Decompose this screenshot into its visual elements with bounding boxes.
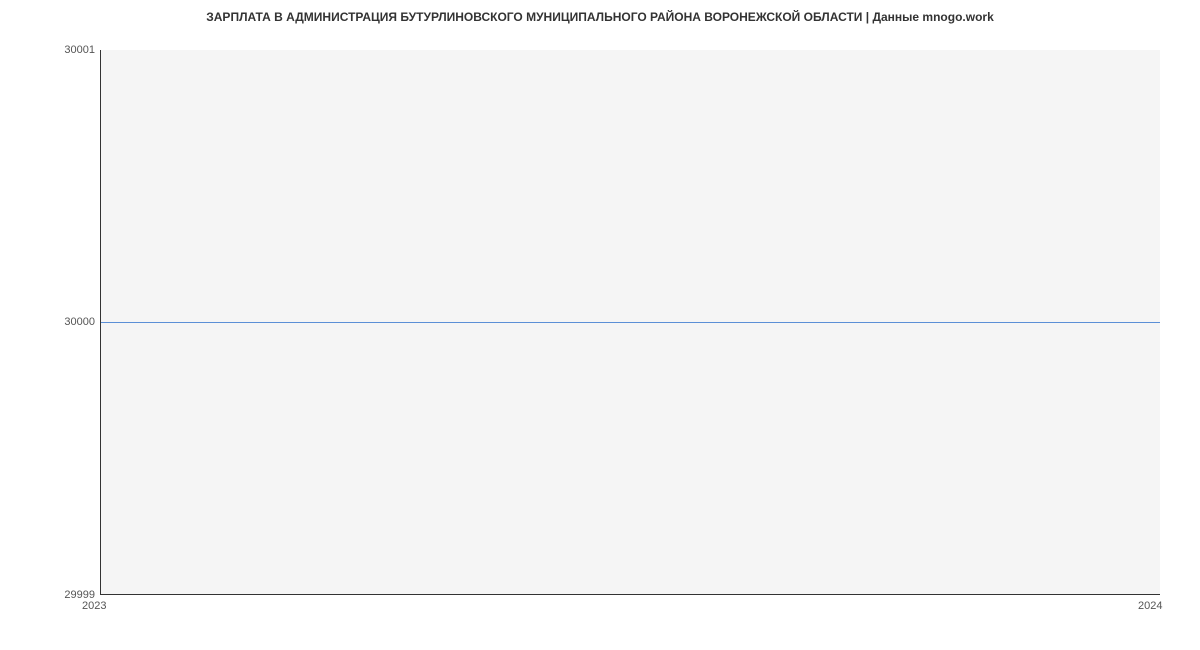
x-axis-tick: 2024 <box>1138 600 1162 612</box>
y-axis-tick: 30000 <box>64 316 95 328</box>
chart-title: ЗАРПЛАТА В АДМИНИСТРАЦИЯ БУТУРЛИНОВСКОГО… <box>0 10 1200 24</box>
y-axis-tick: 30001 <box>64 44 95 56</box>
x-axis-tick: 2023 <box>82 600 106 612</box>
data-line <box>101 322 1160 323</box>
plot-area <box>100 50 1160 595</box>
